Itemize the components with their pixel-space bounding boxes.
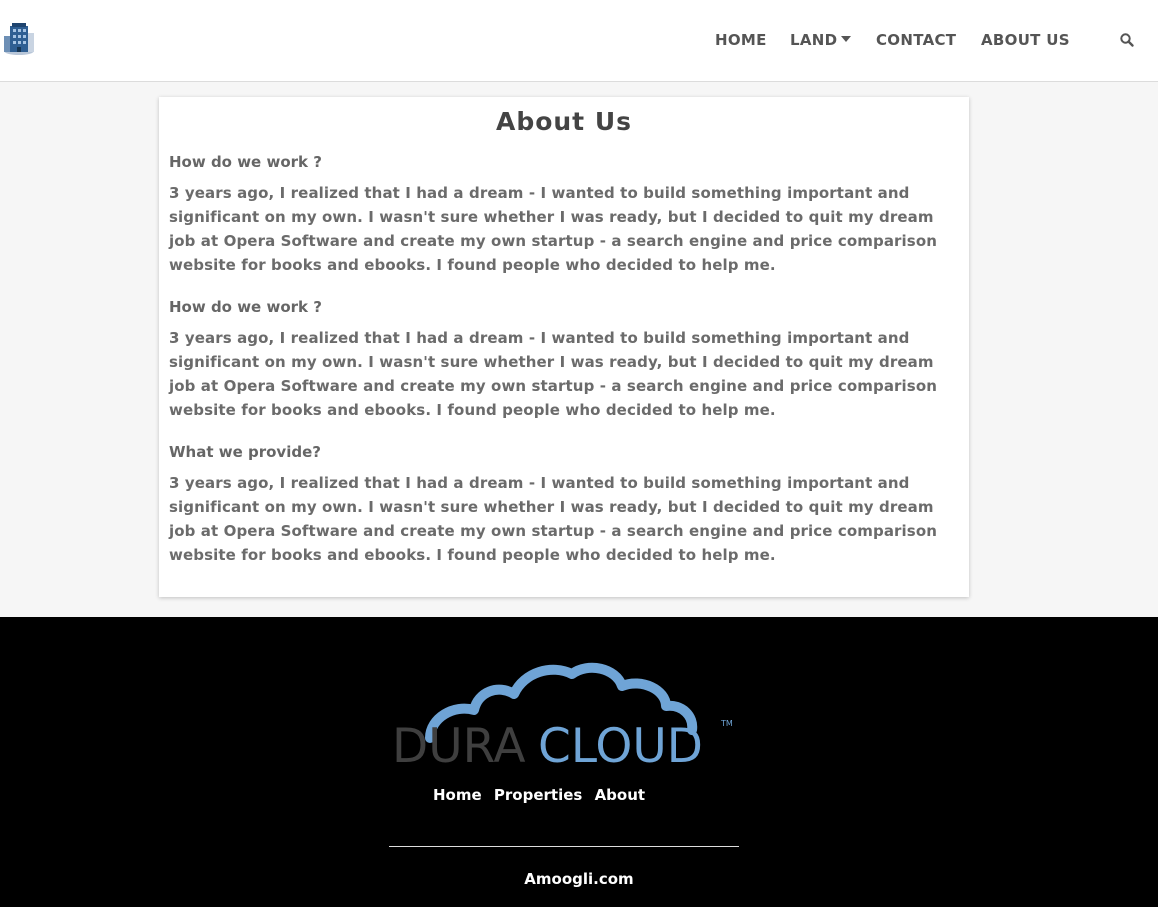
footer-links: Home Properties About xyxy=(433,785,652,805)
about-section: How do we work ? 3 years ago, I realized… xyxy=(169,297,959,422)
section-body: 3 years ago, I realized that I had a dre… xyxy=(169,184,938,274)
caret-down-icon xyxy=(841,36,852,42)
section-body: 3 years ago, I realized that I had a dre… xyxy=(169,474,938,564)
search-icon[interactable] xyxy=(1119,32,1135,48)
page-title: About Us xyxy=(495,107,633,136)
nav-contact-link[interactable]: CONTACT xyxy=(876,31,956,49)
nav-about-link[interactable]: ABOUT US xyxy=(981,31,1070,49)
site-footer: DURA CLOUD TM Home Properties About Amoo… xyxy=(0,617,1158,907)
duracloud-logo[interactable]: DURA CLOUD TM xyxy=(392,646,737,774)
footer-link-home[interactable]: Home xyxy=(433,786,482,804)
logo-trademark: TM xyxy=(720,719,733,728)
section-heading: How do we work ? xyxy=(169,298,322,316)
building-logo-icon[interactable] xyxy=(2,20,36,58)
nav-land-dropdown[interactable]: LAND xyxy=(790,31,852,49)
footer-copyright-link[interactable]: Amoogli.com xyxy=(0,869,1158,889)
section-heading: What we provide? xyxy=(169,443,321,461)
section-heading: How do we work ? xyxy=(169,153,322,171)
logo-text-cloud: CLOUD xyxy=(538,719,703,768)
about-card: About Us How do we work ? 3 years ago, I… xyxy=(159,97,969,597)
about-section: How do we work ? 3 years ago, I realized… xyxy=(169,152,959,277)
top-navbar: HOME LAND CONTACT ABOUT US xyxy=(0,0,1158,82)
footer-link-properties[interactable]: Properties xyxy=(494,786,582,804)
about-section: What we provide? 3 years ago, I realized… xyxy=(169,442,959,567)
section-body: 3 years ago, I realized that I had a dre… xyxy=(169,329,938,419)
footer-divider xyxy=(389,846,739,847)
nav-home-link[interactable]: HOME xyxy=(715,31,767,49)
nav-land-label: LAND xyxy=(790,31,838,49)
footer-link-about[interactable]: About xyxy=(595,786,646,804)
logo-text-dura: DURA xyxy=(392,719,526,768)
